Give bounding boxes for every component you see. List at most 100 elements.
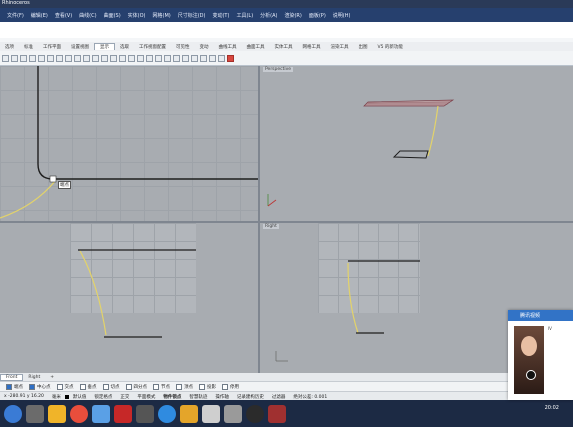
toolbar-button[interactable]	[191, 54, 198, 62]
toolbar-button[interactable]	[83, 54, 90, 62]
osnap-checkbox[interactable]	[56, 384, 63, 390]
toolbar-tab[interactable]: 选项	[0, 44, 19, 50]
profile-3d[interactable]	[392, 150, 429, 159]
rhino-icon[interactable]	[202, 404, 220, 423]
paint-icon[interactable]	[180, 404, 198, 423]
osnap-option[interactable]: 交点	[56, 384, 74, 390]
viewport-tab[interactable]: Right	[23, 375, 45, 380]
game-icon[interactable]	[268, 404, 286, 423]
toolbar-tab[interactable]: 工作视窗配置	[134, 44, 171, 50]
menu-item[interactable]: 曲面(S)	[104, 12, 121, 19]
osnap-checkbox[interactable]	[79, 384, 86, 390]
toolbar-button[interactable]	[182, 54, 189, 62]
folder-icon[interactable]	[48, 404, 66, 423]
osnap-checkbox[interactable]	[29, 384, 35, 390]
toolbar-tab[interactable]: 标准	[19, 44, 38, 50]
osnap-option[interactable]: 顶点	[176, 384, 193, 390]
viewport-tab[interactable]: Front	[0, 373, 24, 381]
explorer-icon[interactable]	[26, 404, 44, 423]
layer-label[interactable]: 默认值	[69, 394, 91, 400]
menu-item[interactable]: 网格(M)	[153, 12, 171, 19]
chrome-icon[interactable]	[70, 404, 88, 423]
osnap-checkbox[interactable]	[222, 384, 228, 390]
viewport-tab[interactable]: +	[45, 375, 59, 380]
play-icon[interactable]	[526, 370, 536, 380]
menu-item[interactable]: 查看(V)	[55, 12, 72, 19]
menu-item[interactable]: 渲染(R)	[284, 12, 301, 19]
toolbar-button[interactable]	[65, 54, 72, 62]
toolbar-button[interactable]	[128, 54, 135, 62]
toolbar-tab[interactable]: 网格工具	[298, 44, 326, 50]
menu-item[interactable]: 工具(L)	[236, 12, 253, 19]
osnap-option[interactable]: 垂点	[79, 384, 97, 390]
toolbar-tab[interactable]: 可见性	[171, 44, 195, 50]
viewport-top[interactable]: 端点	[0, 66, 258, 221]
toolbar-button[interactable]	[173, 54, 180, 62]
toolbar-button[interactable]	[200, 54, 207, 62]
toolbar-button[interactable]	[20, 54, 27, 62]
osnap-checkbox[interactable]	[102, 384, 109, 390]
history-toggle[interactable]: 记录建构历史	[233, 394, 268, 400]
menu-item[interactable]: 文件(F)	[7, 12, 24, 19]
clock[interactable]: 20:02	[545, 405, 559, 411]
osnap-option[interactable]: 停用	[222, 384, 239, 390]
toolbar-tab[interactable]: 变动	[195, 44, 214, 50]
sogou-icon[interactable]	[158, 404, 176, 423]
osnap-toggle[interactable]: 物件锁点	[159, 394, 185, 400]
menu-item[interactable]: 尺寸标注(D)	[178, 12, 206, 19]
menu-item[interactable]: 曲线(C)	[79, 12, 96, 19]
rail-curve-3d[interactable]	[427, 105, 439, 157]
pdf-icon[interactable]	[114, 404, 132, 423]
rail-curve[interactable]	[0, 179, 57, 219]
osnap-checkbox[interactable]	[176, 384, 182, 390]
toolbar-tab[interactable]: 显示	[94, 43, 115, 50]
osnap-checkbox[interactable]	[125, 384, 132, 390]
rail-curve-front[interactable]	[79, 250, 107, 336]
osnap-option[interactable]: 切点	[102, 384, 120, 390]
toolbar-button[interactable]	[56, 54, 63, 62]
osnap-option[interactable]: 中心点	[29, 384, 51, 390]
menu-item[interactable]: 实体(O)	[128, 12, 146, 19]
toolbar-button[interactable]	[164, 54, 171, 62]
toolbar-tab[interactable]: 出图	[354, 44, 373, 50]
viewport-divider-horizontal[interactable]	[0, 221, 573, 223]
osnap-checkbox[interactable]	[199, 384, 205, 390]
osnap-option[interactable]: 投影	[199, 384, 216, 390]
menu-item[interactable]: 编辑(E)	[31, 12, 48, 19]
profile-curve[interactable]	[37, 66, 258, 180]
toolbar-button[interactable]	[227, 54, 234, 62]
osnap-option[interactable]: 四分点	[125, 384, 147, 390]
toolbar-button[interactable]	[209, 54, 216, 62]
rail-curve-right[interactable]	[347, 262, 359, 334]
toolbar-button[interactable]	[155, 54, 162, 62]
grid-snap-toggle[interactable]: 锁定格点	[90, 394, 116, 400]
osnap-checkbox[interactable]	[153, 384, 159, 390]
toolbar-button[interactable]	[92, 54, 99, 62]
ortho-toggle[interactable]: 正交	[116, 394, 133, 400]
command-history[interactable]	[0, 22, 573, 39]
menu-item[interactable]: 面板(P)	[309, 12, 326, 19]
menu-item[interactable]: 分析(A)	[260, 12, 277, 19]
toolbar-tab[interactable]: 工作平面	[38, 44, 66, 50]
osnap-option[interactable]: 节点	[153, 384, 170, 390]
toolbar-tab[interactable]: 曲面工具	[242, 44, 270, 50]
viewport-divider-vertical[interactable]	[258, 66, 260, 373]
toolbar-tab[interactable]: 渲染工具	[326, 44, 354, 50]
smart-track-toggle[interactable]: 智慧轨迹	[185, 394, 211, 400]
recorder-icon[interactable]	[246, 404, 264, 423]
toolbar-tab[interactable]: V5 的新功能	[373, 44, 408, 50]
toolbar-button[interactable]	[218, 54, 225, 62]
gumball-toggle[interactable]: 操作轴	[211, 394, 233, 400]
toolbar-tab[interactable]: 实体工具	[270, 44, 298, 50]
menu-item[interactable]: 说明(H)	[333, 12, 351, 19]
viewport-front[interactable]	[0, 223, 258, 373]
toolbar-button[interactable]	[110, 54, 117, 62]
toolbar-button[interactable]	[137, 54, 144, 62]
toolbar-button[interactable]	[11, 54, 18, 62]
app-icon[interactable]	[92, 404, 110, 423]
tool-icon[interactable]	[224, 404, 242, 423]
toolbar-button[interactable]	[146, 54, 153, 62]
toolbar-button[interactable]	[119, 54, 126, 62]
osnap-option[interactable]: 端点	[6, 384, 23, 390]
toolbar-button[interactable]	[101, 54, 108, 62]
